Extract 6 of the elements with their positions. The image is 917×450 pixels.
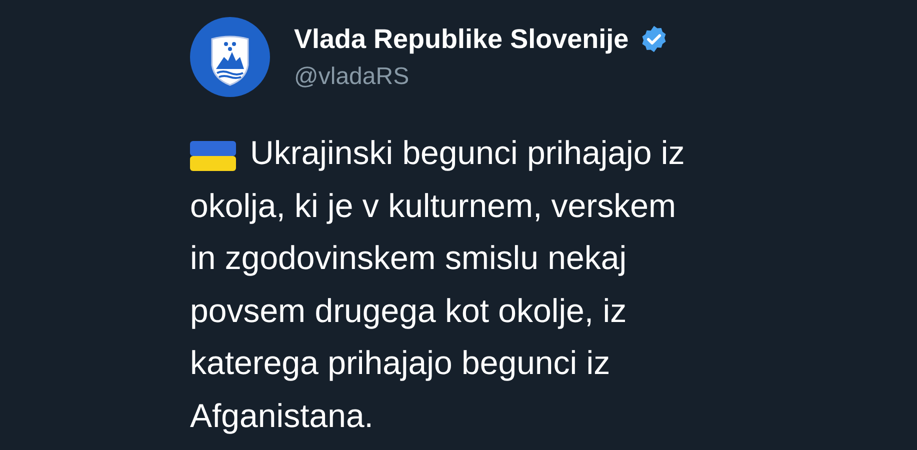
avatar-coat-of-arms-icon [190, 17, 270, 97]
tweet-text-line: Ukrajinski begunci prihajajo iz [250, 133, 685, 173]
author-handle: @vladaRS [294, 62, 410, 92]
tweet-text: okolja, ki je v kulturnem, verskem in zgodovinskem smislu nekaj povsem drugega kot okolje, iz katerega prihajajo begunci iz Afganistana. [190, 186, 677, 436]
author-name: Vlada Republike Slovenije [294, 23, 629, 56]
ukraine-flag-icon [190, 141, 236, 171]
